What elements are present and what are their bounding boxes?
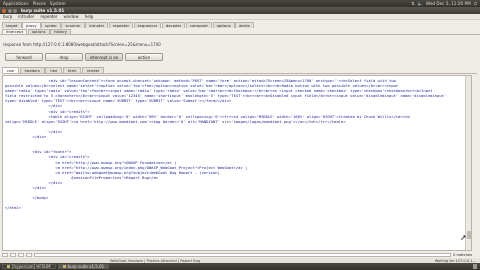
next-button[interactable] xyxy=(26,252,32,257)
tab-html[interactable]: html xyxy=(62,66,82,73)
previous-button[interactable] xyxy=(10,252,16,257)
intercept-request-line: response from http://127.0.0.1:8080/webg… xyxy=(3,42,161,47)
bottom-taskbar: [hypercam] HFSUM burp suite v1.5.01 xyxy=(0,263,480,270)
close-window-button[interactable] xyxy=(2,8,6,13)
trash-icon[interactable] xyxy=(473,264,477,269)
system-top-panel: Applications Places System ⇅ 🔈 Wed Dec 5… xyxy=(0,0,480,7)
tab-headers[interactable]: headers xyxy=(19,66,45,73)
system-tray: ⇅ 🔈 Wed Dec 5, 11:20 PM ⏻ xyxy=(411,1,480,7)
system-menus: Applications Places System xyxy=(0,1,66,6)
menu-repeater[interactable]: repeater xyxy=(40,14,57,19)
message-view-tabs: raw headers hex html render xyxy=(2,66,477,74)
maximize-window-button[interactable] xyxy=(13,8,17,13)
menu-intruder[interactable]: intruder xyxy=(18,14,34,19)
search-row: 0 matches xyxy=(2,252,472,257)
system-menu-system[interactable]: System xyxy=(50,1,66,6)
menu-help[interactable]: help xyxy=(85,14,94,19)
taskbar-item-hypercam[interactable]: [hypercam] HFSUM xyxy=(2,263,56,270)
editor-scrollbar[interactable] xyxy=(465,76,471,250)
window-titlebar[interactable]: burp suite v1.5.01 xyxy=(0,7,480,14)
menu-window[interactable]: window xyxy=(63,14,78,19)
proxy-subtabs: intercept options history xyxy=(0,28,480,35)
app-icon xyxy=(62,265,66,268)
app-icon xyxy=(7,265,10,268)
system-menu-applications[interactable]: Applications xyxy=(3,1,29,6)
code-line: </html> xyxy=(5,205,22,211)
tab-proxy-options[interactable]: options xyxy=(27,28,50,34)
forward-button[interactable]: forward xyxy=(5,53,43,61)
status-text: Waiting for 127.0.0.1... xyxy=(434,258,476,263)
tab-render[interactable]: render xyxy=(81,66,105,73)
tool-tabs: target proxy spider scanner intruder rep… xyxy=(0,20,480,28)
code-line: <table align='RIGHT' cellpadding='0' wid… xyxy=(5,113,410,119)
tab-raw[interactable]: raw xyxy=(2,66,19,73)
intercept-toggle-button[interactable]: intercept is on xyxy=(85,53,123,61)
window-title: burp suite v1.5.01 xyxy=(21,8,65,13)
power-icon[interactable]: ⏻ xyxy=(474,1,477,6)
tab-hex[interactable]: hex xyxy=(45,66,63,73)
scrollbar-thumb[interactable] xyxy=(467,231,471,239)
window-controls xyxy=(0,8,17,13)
tab-intercept[interactable]: intercept xyxy=(2,28,28,34)
taskbar-label: [hypercam] HFSUM xyxy=(12,264,51,269)
search-input[interactable] xyxy=(34,252,452,257)
action-button[interactable]: action xyxy=(125,53,163,61)
volume-icon[interactable]: 🔈 xyxy=(418,1,423,7)
clock[interactable]: Wed Dec 5, 11:20 PM xyxy=(426,1,471,6)
taskbar-item-burp[interactable]: burp suite v1.5.01 xyxy=(57,263,110,270)
drop-button[interactable]: drop xyxy=(45,53,83,61)
tab-history[interactable]: history xyxy=(50,28,72,34)
system-menu-places[interactable]: Places xyxy=(33,1,46,6)
minimize-window-button[interactable] xyxy=(7,8,12,13)
raw-message-editor[interactable]: <div id="lessonContent"><form accept-cha… xyxy=(2,75,472,251)
taskbar-label: burp suite v1.5.01 xyxy=(67,264,105,269)
mouse-cursor-icon: ➚ xyxy=(460,233,467,242)
intercept-buttons: forward drop intercept is on action xyxy=(5,53,163,61)
status-hint: WebGoat Sessions | Proxies Attached | Re… xyxy=(110,258,201,263)
add-button[interactable] xyxy=(18,252,24,257)
raw-message-text[interactable]: <div id="lessonContent"><form accept-cha… xyxy=(5,78,463,210)
help-button[interactable] xyxy=(2,252,8,257)
match-count: 0 matches xyxy=(453,252,472,257)
menu-burp[interactable]: burp xyxy=(3,14,12,19)
network-icon[interactable]: ⇅ xyxy=(411,1,415,6)
